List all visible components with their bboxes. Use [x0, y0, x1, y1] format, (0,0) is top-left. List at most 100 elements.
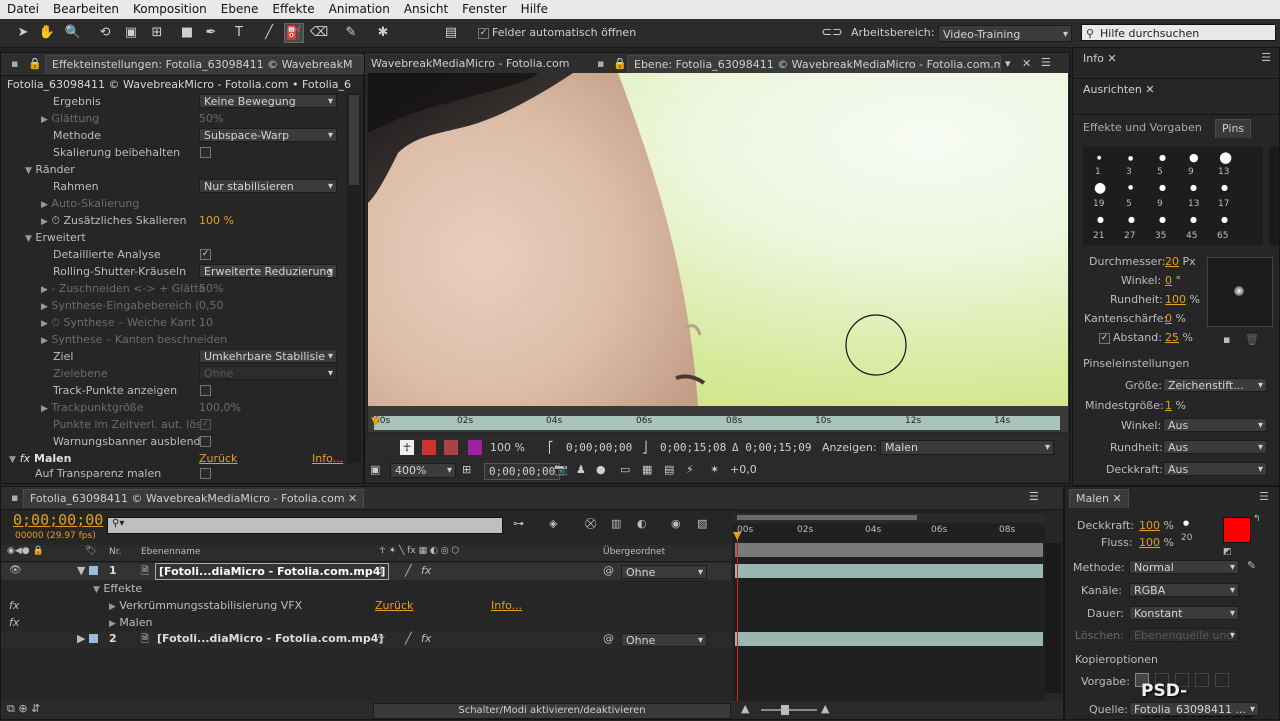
- channels-icon[interactable]: ●: [596, 462, 606, 477]
- paint-panel-menu-icon[interactable]: ☰: [1259, 490, 1269, 503]
- zoom-slider[interactable]: [761, 705, 817, 715]
- tab-brushes[interactable]: Pins: [1215, 119, 1252, 138]
- region-icon[interactable]: ▣: [370, 462, 380, 477]
- layer-label-color[interactable]: [89, 566, 98, 575]
- tab-effects-presets[interactable]: Effekte und Vorgaben: [1077, 119, 1208, 137]
- motion-blur-icon[interactable]: ◐: [637, 517, 647, 530]
- show-select[interactable]: Malen: [880, 440, 1054, 455]
- zus-skal-value[interactable]: 100 %: [199, 212, 234, 229]
- warp-info-link[interactable]: Info...: [491, 597, 522, 614]
- comp-mini-flowchart-icon[interactable]: ⊶: [513, 517, 524, 530]
- brush-tool-icon[interactable]: ╱: [260, 23, 278, 41]
- menu-datei[interactable]: Datei: [0, 0, 46, 19]
- playhead-icon[interactable]: ▼: [371, 414, 380, 428]
- parent-pickwhip-icon[interactable]: @: [603, 632, 614, 645]
- puppet-tool-icon[interactable]: ✱: [374, 23, 392, 41]
- stopwatch-icon[interactable]: ⏱: [51, 214, 60, 227]
- show-snapshot-icon[interactable]: ♟: [576, 462, 586, 477]
- foreground-color-swatch[interactable]: [1223, 517, 1251, 543]
- in-point-icon[interactable]: ⎡: [548, 440, 554, 455]
- brush-grid-scrollbar[interactable]: [1269, 147, 1279, 245]
- ziel-select[interactable]: Umkehrbare Stabilisie: [199, 349, 337, 363]
- toggle-switches-modes-button[interactable]: Schalter/Modi aktivieren/deaktivieren: [373, 703, 731, 719]
- camera-tool-icon[interactable]: ▣: [122, 23, 140, 41]
- layer-2-shy-icon[interactable]: ☥: [377, 632, 385, 645]
- rundheit-value[interactable]: 100: [1165, 293, 1186, 306]
- warp-reset-link[interactable]: Zurück: [375, 597, 413, 614]
- rahmen-select[interactable]: Nur stabilisieren: [199, 179, 337, 193]
- swap-colors-icon[interactable]: ↰: [1253, 514, 1261, 524]
- tab-close-icon[interactable]: ✕: [1145, 83, 1154, 96]
- effects-group-row[interactable]: ▼ Effekte: [93, 580, 142, 597]
- timeline-panel-menu-icon[interactable]: ☰: [1029, 490, 1039, 503]
- paint-channels-select[interactable]: RGBA: [1129, 583, 1239, 597]
- abstand-checkbox[interactable]: ✓: [1099, 333, 1110, 344]
- effect-fx-icon[interactable]: fx: [9, 597, 19, 614]
- channel-warn-icon[interactable]: [444, 440, 458, 455]
- ergebnis-select[interactable]: Keine Bewegung: [199, 94, 337, 108]
- effects-scroll-thumb[interactable]: [349, 95, 359, 185]
- layer-2-quality-icon[interactable]: ╱: [405, 632, 412, 645]
- durchmesser-value[interactable]: 20: [1165, 255, 1179, 268]
- menu-ebene[interactable]: Ebene: [214, 0, 266, 19]
- visibility-icon[interactable]: 👁: [9, 565, 22, 576]
- brainstorm-icon[interactable]: ▧: [697, 517, 707, 530]
- transparency-grid-icon[interactable]: ▦: [642, 462, 652, 477]
- layer-row-2[interactable]: ▶ 2 🗎 [Fotoli...diaMicro - Fotolia.com.m…: [1, 631, 731, 648]
- tab-dropdown-icon[interactable]: ▾: [1005, 57, 1011, 70]
- eyedropper-icon[interactable]: ✎: [1247, 559, 1256, 572]
- playhead-icon[interactable]: ▼: [733, 529, 741, 542]
- track-checkbox[interactable]: [200, 385, 211, 396]
- layer-expand-icon[interactable]: ▼: [77, 564, 85, 577]
- lock-icon[interactable]: 🔒: [28, 57, 42, 70]
- rotate-tool-icon[interactable]: ⟲: [96, 23, 114, 41]
- menu-effekte[interactable]: Effekte: [265, 0, 321, 19]
- roto-brush-tool-icon[interactable]: ✎: [342, 23, 360, 41]
- graph-editor-icon[interactable]: ◉: [671, 517, 681, 530]
- paint-fx-icon[interactable]: fx: [9, 614, 19, 631]
- info-panel-menu-icon[interactable]: ☰: [1261, 51, 1271, 64]
- clone-source-select[interactable]: Fotolia_63098411 ...: [1129, 702, 1259, 716]
- safe-margins-icon[interactable]: ⊞: [462, 462, 471, 477]
- paint-effect-row[interactable]: ▶ Malen: [109, 614, 152, 631]
- vr-icon[interactable]: ⊂⊃: [820, 23, 844, 41]
- malen-info-link[interactable]: Info...: [312, 450, 343, 467]
- fx-icon[interactable]: fx: [20, 452, 30, 465]
- default-colors-icon[interactable]: ◩: [1223, 547, 1232, 557]
- text-tool-icon[interactable]: T: [230, 23, 248, 41]
- skalierung-checkbox[interactable]: [200, 147, 211, 158]
- workspace-select[interactable]: Video-Training: [938, 25, 1072, 42]
- methode-select[interactable]: Subspace-Warp: [199, 128, 337, 142]
- paint-opacity-value[interactable]: 100: [1139, 519, 1160, 532]
- time-end[interactable]: 0;00;15;08: [660, 440, 726, 455]
- auto-open-checkbox[interactable]: ✓: [478, 28, 489, 39]
- time-start[interactable]: 0;00;00;00: [566, 440, 632, 455]
- abstand-value[interactable]: 25: [1165, 331, 1179, 344]
- rundheit2-select[interactable]: Aus: [1163, 440, 1267, 454]
- transparenz-checkbox[interactable]: [200, 468, 211, 479]
- work-area[interactable]: [733, 513, 1045, 523]
- frame-blending-icon[interactable]: ▥: [611, 517, 621, 530]
- timeline-search-input[interactable]: ⚲▾: [107, 517, 503, 534]
- tab-paint[interactable]: Malen ✕: [1069, 489, 1129, 508]
- tab-layer[interactable]: Ebene: Fotolia_63098411 © WavebreakMedia…: [627, 55, 1001, 74]
- effects-scrollbar[interactable]: [347, 93, 361, 463]
- hand-tool-icon[interactable]: ✋: [38, 23, 56, 41]
- draft-3d-icon[interactable]: ◈: [549, 517, 557, 530]
- help-search-input[interactable]: ⚲ Hilfe durchsuchen: [1081, 24, 1276, 41]
- zoom-tool-icon[interactable]: 🔍: [64, 23, 82, 41]
- mindest-value[interactable]: 1: [1165, 399, 1172, 412]
- groesse-select[interactable]: Zeichenstift...: [1163, 378, 1267, 392]
- out-point-icon[interactable]: ⎦: [642, 440, 648, 455]
- puppet-pin-icon[interactable]: ☥: [400, 440, 414, 455]
- menu-ansicht[interactable]: Ansicht: [397, 0, 455, 19]
- pen-tool-icon[interactable]: ✒: [202, 23, 220, 41]
- winkel2-select[interactable]: Aus: [1163, 418, 1267, 432]
- layer-row-1[interactable]: 👁 ▼ 1 🗎 [Fotoli...diaMicro - Fotolia.com…: [1, 563, 731, 580]
- tab-close-icon[interactable]: ✕: [1113, 492, 1122, 505]
- fast-preview-icon[interactable]: ⚡: [686, 462, 694, 477]
- tab-info[interactable]: Info ✕: [1077, 50, 1123, 68]
- menu-hilfe[interactable]: Hilfe: [514, 0, 555, 19]
- panel-icon[interactable]: ▤: [442, 23, 460, 41]
- shy-layers-icon[interactable]: ⛒: [585, 517, 596, 531]
